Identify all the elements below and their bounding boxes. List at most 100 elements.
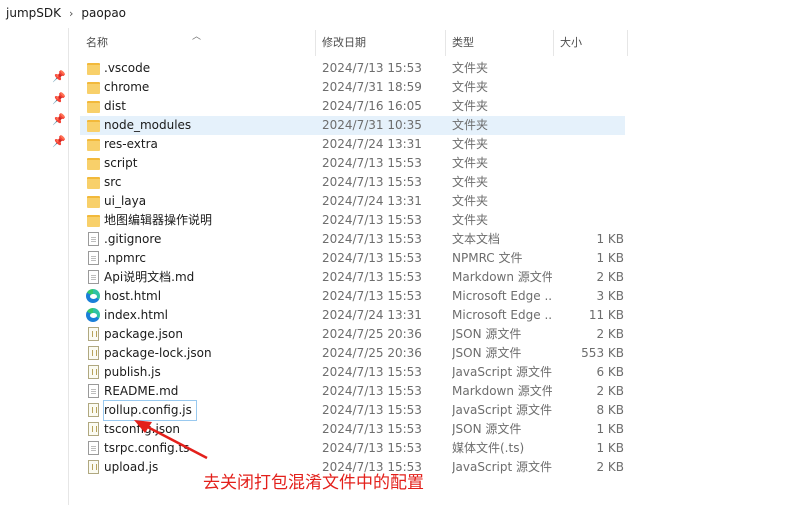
file-name: package-lock.json bbox=[104, 346, 212, 360]
file-explorer-window: jumpSDK › paopao 📌 📌 📌 📌 名称 ︿ 修改日期 类型 大小… bbox=[0, 0, 800, 505]
file-name: .npmrc bbox=[104, 251, 146, 265]
file-date: 2024/7/24 13:31 bbox=[322, 194, 422, 208]
file-date: 2024/7/25 20:36 bbox=[322, 327, 422, 341]
file-list: .vscode 2024/7/13 15:53 文件夹 chrome 2024/7/31… bbox=[80, 59, 640, 477]
file-row[interactable]: script 2024/7/13 15:53 文件夹 bbox=[80, 154, 625, 173]
pin-icon[interactable]: 📌 bbox=[52, 136, 66, 148]
file-type: JavaScript 源文件 bbox=[452, 403, 552, 417]
pin-icon[interactable]: 📌 bbox=[52, 93, 66, 105]
quick-access-pane: 📌 📌 📌 📌 bbox=[0, 28, 69, 505]
file-row[interactable]: res-extra 2024/7/24 13:31 文件夹 bbox=[80, 135, 625, 154]
file-date: 2024/7/13 15:53 bbox=[322, 251, 422, 265]
file-row[interactable]: tsrpc.config.ts 2024/7/13 15:53 媒体文件(.ts) 1… bbox=[80, 439, 625, 458]
file-date: 2024/7/24 13:31 bbox=[322, 308, 422, 322]
file-date: 2024/7/13 15:53 bbox=[322, 403, 422, 417]
sort-ascending-icon: ︿ bbox=[192, 32, 202, 42]
folder-icon bbox=[87, 215, 100, 227]
file-date: 2024/7/31 18:59 bbox=[322, 80, 422, 94]
file-size: 553 KB bbox=[581, 346, 624, 360]
file-name: Api说明文档.md bbox=[104, 270, 195, 284]
breadcrumb-item-paopao[interactable]: paopao bbox=[81, 6, 126, 20]
file-type: 文件夹 bbox=[452, 213, 489, 227]
file-size: 6 KB bbox=[596, 365, 624, 379]
file-type: JSON 源文件 bbox=[452, 346, 522, 360]
column-header-type[interactable]: 类型 bbox=[446, 30, 554, 56]
file-name: package.json bbox=[104, 327, 184, 341]
file-row[interactable]: .gitignore 2024/7/13 15:53 文本文档 1 KB bbox=[80, 230, 625, 249]
file-size: 11 KB bbox=[588, 308, 624, 322]
column-header-name-label: 名称 bbox=[86, 36, 108, 49]
file-row[interactable]: ui_laya 2024/7/24 13:31 文件夹 bbox=[80, 192, 625, 211]
file-name: res-extra bbox=[104, 137, 158, 151]
file-row[interactable]: README.md 2024/7/13 15:53 Markdown 源文件 2 KB bbox=[80, 382, 625, 401]
file-row[interactable]: src 2024/7/13 15:53 文件夹 bbox=[80, 173, 625, 192]
file-size: 2 KB bbox=[596, 460, 624, 474]
file-date: 2024/7/13 15:53 bbox=[322, 365, 422, 379]
file-type: Markdown 源文件 bbox=[452, 270, 552, 284]
breadcrumb-item-jumpsdk[interactable]: jumpSDK bbox=[6, 6, 61, 20]
annotation-text: 去关闭打包混淆文件中的配置 bbox=[203, 473, 424, 493]
file-date: 2024/7/13 15:53 bbox=[322, 422, 422, 436]
file-type: 文件夹 bbox=[452, 175, 489, 189]
file-icon bbox=[88, 251, 99, 265]
pin-icon[interactable]: 📌 bbox=[52, 114, 66, 126]
file-row[interactable]: package-lock.json 2024/7/25 20:36 JSON 源文件… bbox=[80, 344, 625, 363]
file-row[interactable]: package.json 2024/7/25 20:36 JSON 源文件 2 KB bbox=[80, 325, 625, 344]
file-row[interactable]: node_modules 2024/7/31 10:35 文件夹 bbox=[80, 116, 625, 135]
file-row[interactable]: host.html 2024/7/13 15:53 Microsoft Edge .… bbox=[80, 287, 625, 306]
file-type: 文件夹 bbox=[452, 61, 489, 75]
file-date: 2024/7/13 15:53 bbox=[322, 175, 422, 189]
file-row[interactable]: rollup.config.js 2024/7/13 15:53 JavaScrip… bbox=[80, 400, 625, 421]
file-name: .gitignore bbox=[104, 232, 162, 246]
file-name: src bbox=[104, 175, 122, 189]
file-size: 3 KB bbox=[596, 289, 624, 303]
file-row[interactable]: .npmrc 2024/7/13 15:53 NPMRC 文件 1 KB bbox=[80, 249, 625, 268]
file-type: 媒体文件(.ts) bbox=[452, 441, 525, 455]
file-icon bbox=[88, 441, 99, 455]
file-name: rollup.config.js bbox=[103, 400, 197, 421]
column-header-name[interactable]: 名称 ︿ bbox=[80, 30, 316, 56]
file-date: 2024/7/13 15:53 bbox=[322, 213, 422, 227]
file-row[interactable]: tsconfig.json 2024/7/13 15:53 JSON 源文件 1 KB bbox=[80, 420, 625, 439]
file-row[interactable]: Api说明文档.md 2024/7/13 15:53 Markdown 源文件 2 K… bbox=[80, 268, 625, 287]
file-date: 2024/7/13 15:53 bbox=[322, 441, 422, 455]
file-type: JavaScript 源文件 bbox=[452, 365, 552, 379]
file-date: 2024/7/13 15:53 bbox=[322, 232, 422, 246]
code-icon bbox=[88, 460, 99, 474]
file-row[interactable]: dist 2024/7/16 16:05 文件夹 bbox=[80, 97, 625, 116]
pin-icon[interactable]: 📌 bbox=[52, 71, 66, 83]
file-name: dist bbox=[104, 99, 126, 113]
file-date: 2024/7/25 20:36 bbox=[322, 346, 422, 360]
folder-icon bbox=[87, 196, 100, 208]
file-icon bbox=[88, 384, 99, 398]
file-date: 2024/7/13 15:53 bbox=[322, 289, 422, 303]
column-header-size-label: 大小 bbox=[560, 36, 582, 49]
column-header-size[interactable]: 大小 bbox=[554, 30, 628, 56]
file-name: 地图编辑器操作说明 bbox=[104, 213, 213, 227]
file-row[interactable]: 地图编辑器操作说明 2024/7/13 15:53 文件夹 bbox=[80, 211, 625, 230]
file-size: 8 KB bbox=[596, 403, 624, 417]
file-size: 2 KB bbox=[596, 270, 624, 284]
file-type: Microsoft Edge ... bbox=[452, 308, 552, 322]
column-header-date[interactable]: 修改日期 bbox=[316, 30, 446, 56]
file-icon bbox=[88, 270, 99, 284]
file-date: 2024/7/13 15:53 bbox=[322, 156, 422, 170]
code-icon bbox=[88, 422, 99, 436]
code-icon bbox=[88, 346, 99, 360]
file-name: publish.js bbox=[104, 365, 161, 379]
column-header-date-label: 修改日期 bbox=[322, 36, 366, 49]
file-name: index.html bbox=[104, 308, 168, 322]
file-size: 1 KB bbox=[596, 422, 624, 436]
file-row[interactable]: index.html 2024/7/24 13:31 Microsoft Edge … bbox=[80, 306, 625, 325]
file-date: 2024/7/13 15:53 bbox=[322, 270, 422, 284]
file-row[interactable]: publish.js 2024/7/13 15:53 JavaScript 源文件 6… bbox=[80, 363, 625, 382]
file-name: script bbox=[104, 156, 138, 170]
file-name: tsconfig.json bbox=[104, 422, 181, 436]
edge-icon bbox=[86, 289, 100, 303]
file-row[interactable]: chrome 2024/7/31 18:59 文件夹 bbox=[80, 78, 625, 97]
folder-icon bbox=[87, 101, 100, 113]
folder-icon bbox=[87, 63, 100, 75]
file-type: 文件夹 bbox=[452, 118, 489, 132]
file-date: 2024/7/24 13:31 bbox=[322, 137, 422, 151]
file-row[interactable]: .vscode 2024/7/13 15:53 文件夹 bbox=[80, 59, 625, 78]
